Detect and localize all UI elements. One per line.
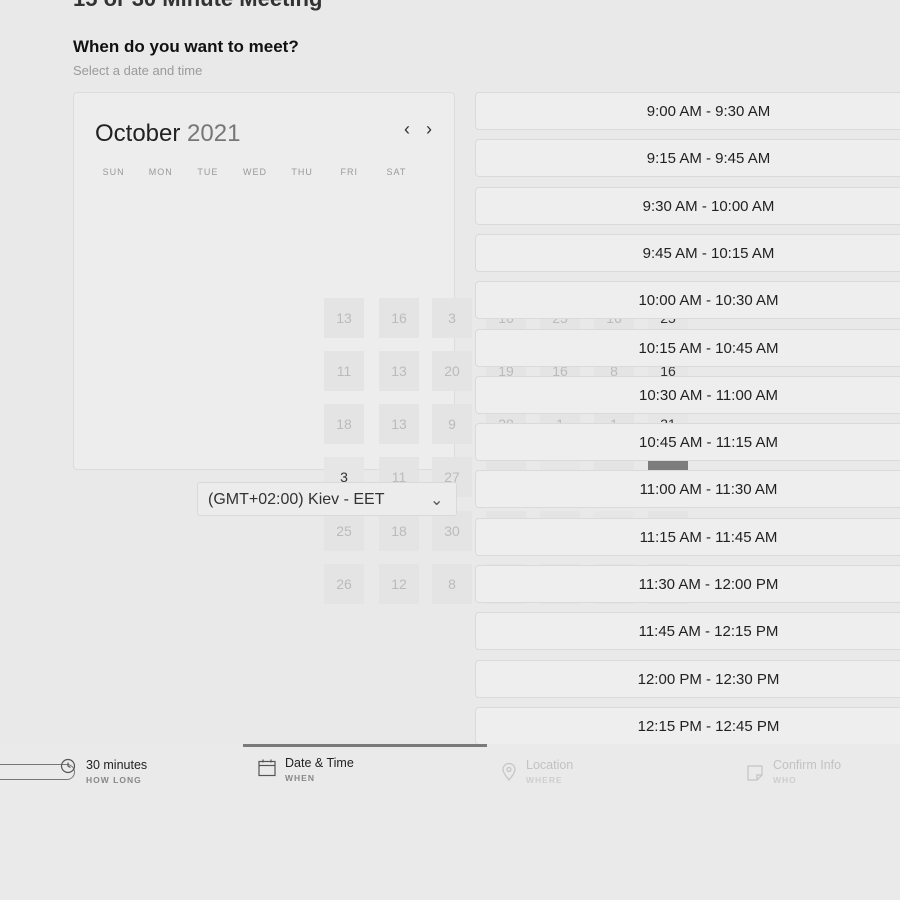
calendar-day[interactable]: 13 [324,298,364,338]
weekday-thu: THU [291,167,313,177]
time-slot-button[interactable]: 9:15 AM - 9:45 AM [475,139,900,178]
time-slot-label: 9:15 AM - 9:45 AM [646,150,771,168]
section-heading: When do you want to meet? [73,37,299,56]
weekday-mon: MON [148,167,173,177]
section-subheading: Select a date and time [73,63,203,78]
weekday-sat: SAT [386,167,407,177]
step-label: Confirm Info [773,758,842,772]
time-slot-label: 9:45 AM - 10:15 AM [642,244,775,262]
weekday-sun: SUN [102,167,125,177]
time-slot-button[interactable]: 9:00 AM - 9:30 AM [475,92,900,130]
step-who[interactable]: Confirm Info WHO [773,758,841,785]
calendar-day[interactable]: 9 [432,404,472,444]
location-pin-icon [502,762,516,781]
time-slot-button[interactable]: 11:00 AM - 11:30 AM [475,470,900,509]
time-slot-label: 11:15 AM - 11:45 AM [639,528,778,546]
time-slot-button[interactable]: 9:45 AM - 10:15 AM [475,233,900,272]
calendar-day[interactable]: 13 [379,351,419,391]
time-slot-label: 10:15 AM - 10:45 AM [638,339,779,357]
time-slot-label: 9:00 AM - 9:30 AM [646,103,771,120]
calendar-day[interactable]: 30 [432,511,472,551]
calendar-day[interactable]: 18 [379,511,419,551]
time-slot-label: 12:15 PM - 12:45 PM [637,717,780,735]
calendar-day[interactable]: 13 [379,404,419,444]
step-where[interactable]: Location WHERE [526,758,573,785]
time-slot-button[interactable]: 10:15 AM - 10:45 AM [475,328,900,367]
time-slot-button[interactable]: 11:15 AM - 11:45 AM [475,517,900,556]
weekday-wed: WED [242,167,267,177]
calendar-day[interactable]: 25 [324,511,364,551]
timezone-select[interactable]: (GMT+02:00) Kiev - EET [197,482,457,516]
time-slot-label: 12:00 PM - 12:30 PM [637,670,780,688]
step-label: 30 minutes [86,758,148,772]
step-how-long[interactable]: 30 minutes HOW LONG [86,758,147,785]
step-sub: WHO [773,775,797,785]
calendar-day[interactable]: 20 [432,351,472,391]
time-slot-button[interactable]: 11:45 AM - 12:15 PM [475,612,900,651]
calendar-day[interactable]: 3 [432,298,472,338]
calendar-day[interactable]: 16 [379,298,419,338]
step-when[interactable]: Date & Time WHEN [285,756,354,783]
time-slot-button[interactable]: 12:00 PM - 12:30 PM [475,659,900,698]
calendar-icon [258,759,276,777]
chevron-left-icon[interactable]: ‹ [404,119,410,140]
calendar-day[interactable]: 18 [324,404,364,444]
calendar-day[interactable]: 12 [379,564,419,604]
step-navigation: 30 minutes HOW LONG Date & Time WHEN Loc… [0,744,900,900]
calendar-day[interactable]: 11 [324,351,364,391]
calendar-month: October [95,120,181,147]
time-slot-label: 10:00 AM - 10:30 AM [638,292,779,310]
note-icon [747,765,763,781]
weekday-fri: FRI [340,167,359,177]
step-sub: WHEN [285,773,315,783]
time-slot-label: 11:45 AM - 12:15 PM [638,623,779,641]
time-slot-label: 10:30 AM - 11:00 AM [639,386,778,404]
step-label: Date & Time [285,756,354,770]
time-slot-label: 9:30 AM - 10:00 AM [642,197,775,215]
chevron-down-icon[interactable]: ⌄ [430,490,443,510]
calendar-month-year: October 2021 [95,120,240,148]
page-title: 15 or 30 Minute Meeting [73,0,322,12]
step-label: Location [526,758,574,772]
step-sub: HOW LONG [86,775,142,785]
active-step-indicator [243,744,487,747]
time-slot-button[interactable]: 12:15 PM - 12:45 PM [475,706,900,745]
calendar-day[interactable]: 8 [432,564,472,604]
chevron-right-icon[interactable]: › [426,119,432,140]
time-slot-label: 10:45 AM - 11:15 AM [639,434,778,452]
time-slot-button[interactable]: 10:30 AM - 11:00 AM [475,375,900,414]
time-slot-label: 11:30 AM - 12:00 PM [638,576,779,593]
time-slot-label: 11:00 AM - 11:30 AM [639,481,778,499]
time-slot-button[interactable]: 10:45 AM - 11:15 AM [475,423,900,462]
time-slot-button[interactable]: 11:30 AM - 12:00 PM [475,565,900,603]
time-slot-button[interactable]: 10:00 AM - 10:30 AM [475,281,900,320]
time-slot-button[interactable]: 9:30 AM - 10:00 AM [475,186,900,225]
calendar-year: 2021 [187,120,241,147]
clock-icon [60,758,76,774]
step-sub: WHERE [526,775,563,785]
calendar-day[interactable]: 26 [324,564,364,604]
weekday-header: SUN MON TUE WED THU FRI SAT [90,167,420,177]
weekday-tue: TUE [197,167,219,177]
